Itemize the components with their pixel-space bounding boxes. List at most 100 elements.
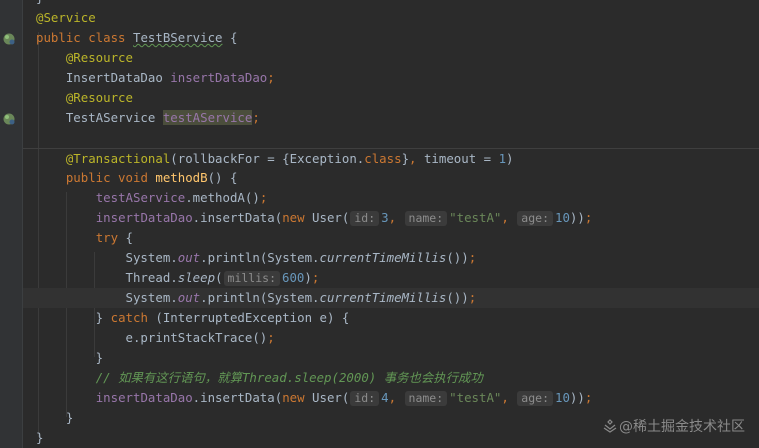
code-token: ,	[409, 151, 424, 166]
editor-gutter[interactable]	[0, 0, 22, 448]
code-token: System.	[36, 290, 178, 305]
code-line[interactable]: testAService.methodA();	[23, 188, 759, 208]
code-editor[interactable]: } @Service public class TestBService { @R…	[23, 0, 759, 448]
juejin-logo-icon	[603, 419, 617, 433]
code-line[interactable]: public class TestBService {	[23, 28, 759, 48]
code-token: )	[304, 270, 312, 285]
parameter-hint: age:	[517, 211, 553, 226]
code-token: insertDataDao	[95, 390, 193, 405]
code-token: {	[125, 230, 133, 245]
spring-bean-icon[interactable]	[2, 112, 16, 126]
parameter-hint: age:	[517, 391, 553, 406]
code-line[interactable]: @Resource	[23, 88, 759, 108]
code-line[interactable]: Thread.sleep(millis: 600);	[23, 268, 759, 288]
code-token: ;	[468, 290, 477, 305]
code-token: ;	[267, 330, 275, 345]
code-token: TestBService	[132, 30, 223, 45]
code-token: }	[36, 310, 111, 325]
code-token: ,	[501, 210, 517, 225]
code-token: .println(System.	[200, 250, 320, 265]
code-text: } catch (InterruptedException e) {	[36, 308, 350, 328]
code-token: User(	[312, 390, 350, 405]
code-token: InsertDataDao	[36, 70, 171, 85]
watermark: @稀土掘金技术社区	[603, 416, 745, 436]
code-line[interactable]: insertDataDao.insertData(new User(id: 3, …	[23, 208, 759, 228]
code-line-partial: }	[23, 0, 759, 8]
code-line[interactable]: e.printStackTrace();	[23, 328, 759, 348]
code-token: (InterruptedException e) {	[155, 310, 350, 325]
code-line[interactable]: try {	[23, 228, 759, 248]
code-token: }	[36, 430, 44, 445]
code-token: try	[95, 230, 126, 245]
code-text: InsertDataDao insertDataDao;	[36, 68, 275, 88]
parameter-hint: name:	[404, 391, 448, 406]
code-token: .insertData(	[192, 210, 283, 225]
code-text: // 如果有这行语句，就算Thread.sleep(2000) 事务也会执行成功	[36, 368, 483, 388]
code-line[interactable]: @Resource	[23, 48, 759, 68]
code-text: }	[36, 348, 103, 368]
code-line[interactable]: public void methodB() {	[23, 168, 759, 188]
code-token: ,	[388, 390, 404, 405]
code-token: "testA"	[449, 390, 502, 405]
parameter-hint: id:	[350, 391, 380, 406]
code-token: (	[215, 270, 223, 285]
code-line[interactable]: // 如果有这行语句，就算Thread.sleep(2000) 事务也会执行成功	[23, 368, 759, 388]
code-token: sleep	[177, 270, 216, 285]
code-token: testAService	[162, 110, 253, 125]
code-token: public class	[36, 30, 133, 45]
code-line[interactable]: InsertDataDao insertDataDao;	[23, 68, 759, 88]
code-line[interactable]: System.out.println(System.currentTimeMil…	[23, 288, 759, 308]
code-token: timeout =	[423, 151, 499, 166]
code-text: @Transactional(rollbackFor = {Exception.…	[36, 149, 514, 169]
code-token: new	[282, 210, 313, 225]
code-text: }	[36, 0, 43, 8]
code-line[interactable]: insertDataDao.insertData(new User(id: 4, …	[23, 388, 759, 408]
code-token: Thread.	[36, 270, 178, 285]
code-text: public void methodB() {	[36, 168, 238, 188]
code-token: ;	[311, 270, 320, 285]
code-text: System.out.println(System.currentTimeMil…	[36, 288, 477, 308]
code-token: currentTimeMillis	[319, 290, 447, 305]
code-line[interactable]: @Service	[23, 8, 759, 28]
code-token: ))	[569, 390, 585, 405]
code-token: out	[177, 250, 201, 265]
spring-bean-icon[interactable]	[2, 32, 16, 46]
code-token: }	[401, 151, 410, 166]
code-token: insertDataDao	[95, 210, 193, 225]
parameter-hint: millis:	[223, 271, 280, 286]
code-token: ())	[446, 250, 469, 265]
code-token: .methodA()	[185, 190, 260, 205]
code-token: ;	[584, 390, 593, 405]
code-token: @Transactional	[65, 151, 171, 166]
code-text: insertDataDao.insertData(new User(id: 4, …	[36, 388, 592, 408]
code-text: }	[36, 408, 73, 428]
watermark-text: @稀土掘金技术社区	[619, 419, 745, 435]
code-token: 4	[381, 390, 389, 405]
parameter-hint: name:	[404, 211, 448, 226]
code-line[interactable]	[23, 128, 759, 148]
code-line[interactable]: }	[23, 348, 759, 368]
code-token: () {	[207, 170, 238, 185]
code-text: TestAService testAService;	[36, 108, 260, 128]
code-token: ;	[267, 70, 275, 85]
code-text: public class TestBService {	[36, 28, 237, 48]
code-text: @Resource	[36, 48, 133, 68]
code-line[interactable]: TestAService testAService;	[23, 108, 759, 128]
code-token: }	[36, 410, 74, 425]
code-token: 1	[498, 151, 507, 166]
code-token: 10	[555, 210, 570, 225]
code-token: @Resource	[65, 90, 133, 105]
code-line[interactable]: } catch (InterruptedException e) {	[23, 308, 759, 328]
code-token: @Service	[36, 10, 96, 25]
code-text: @Service	[36, 8, 96, 28]
code-text: e.printStackTrace();	[36, 328, 275, 348]
code-token: ,	[388, 210, 404, 225]
code-line[interactable]: System.out.println(System.currentTimeMil…	[23, 248, 759, 268]
code-line[interactable]: @Transactional(rollbackFor = {Exception.…	[23, 148, 759, 169]
